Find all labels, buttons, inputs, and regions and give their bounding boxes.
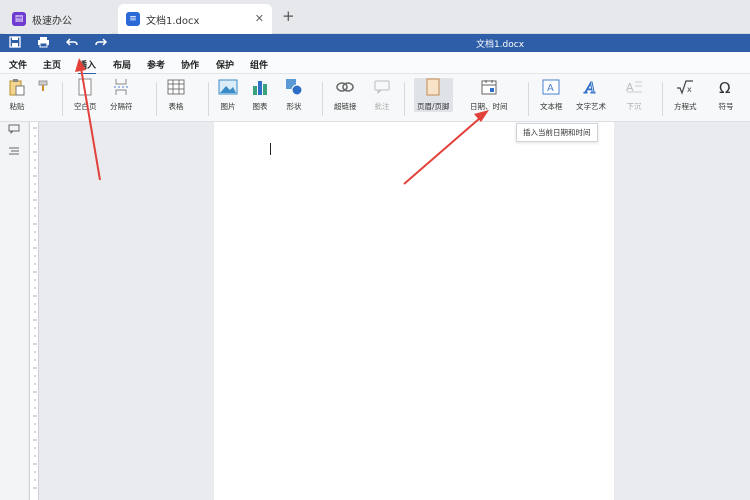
annotation-arrows: [75, 58, 489, 185]
arrow-to-date-time: [403, 110, 489, 185]
arrow-to-insert-menu: [75, 58, 101, 181]
